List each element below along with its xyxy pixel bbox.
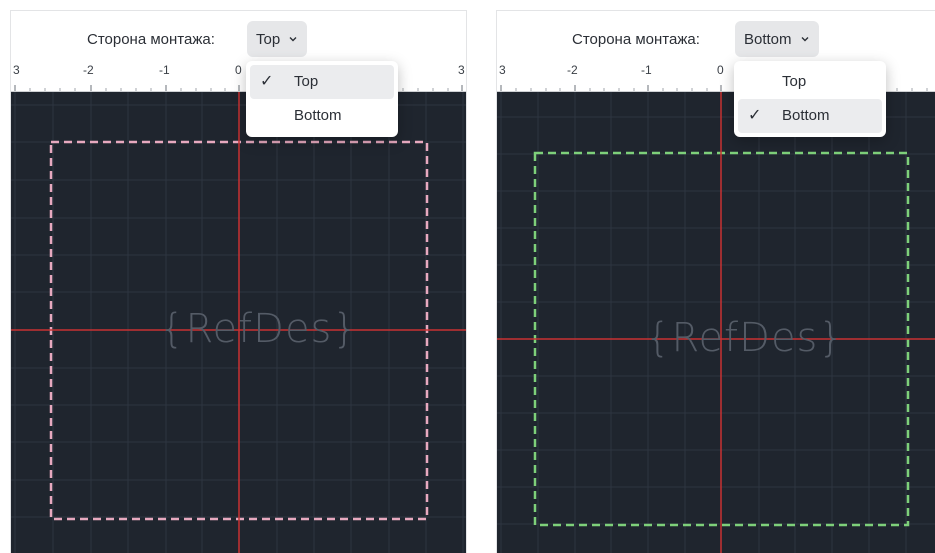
ruler-label: -2: [83, 63, 94, 77]
footprint-canvas[interactable]: {RefDes}: [497, 92, 935, 553]
toolbar: Сторона монтажа: Bottom: [497, 11, 935, 61]
menu-option-bottom[interactable]: Bottom: [250, 99, 394, 133]
footprint-preview-bottom: Сторона монтажа: Bottom 3 -2 -1 0 {RefDe…: [496, 10, 935, 553]
ruler-label: 3: [499, 63, 506, 77]
footprint-preview-top: Сторона монтажа: Top 3 -2 -1 0 3 {RefDes…: [10, 10, 467, 553]
refdes-text: {RefDes}: [645, 315, 845, 361]
menu-option-label: Top: [294, 73, 319, 90]
menu-option-bottom[interactable]: ✓ Bottom: [738, 99, 882, 133]
mount-side-menu: ✓ Top Bottom: [246, 61, 398, 137]
chevron-down-icon: [289, 37, 297, 42]
footprint-canvas[interactable]: {RefDes}: [11, 92, 466, 553]
chevron-down-icon: [801, 37, 809, 42]
mount-side-value: Top: [256, 30, 281, 48]
mount-side-menu: Top ✓ Bottom: [734, 61, 886, 137]
mount-side-select[interactable]: Top: [247, 21, 308, 57]
ruler-label: 0: [717, 63, 724, 77]
menu-option-label: Bottom: [294, 107, 342, 124]
mount-side-select[interactable]: Bottom: [735, 21, 819, 57]
ruler-label: -1: [641, 63, 652, 77]
menu-option-top[interactable]: ✓ Top: [250, 65, 394, 99]
mount-side-label: Сторона монтажа:: [572, 31, 700, 48]
ruler-label: -1: [159, 63, 170, 77]
menu-option-label: Bottom: [782, 107, 830, 124]
mount-side-label: Сторона монтажа:: [87, 31, 215, 48]
refdes-text: {RefDes}: [159, 306, 359, 352]
mount-side-value: Bottom: [744, 30, 792, 48]
menu-option-top[interactable]: Top: [738, 65, 882, 99]
ruler-label: 0: [235, 63, 242, 77]
ruler-label: 3: [458, 63, 465, 77]
menu-option-label: Top: [782, 73, 807, 90]
toolbar: Сторона монтажа: Top: [11, 11, 466, 61]
ruler-label: 3: [13, 63, 20, 77]
ruler-label: -2: [567, 63, 578, 77]
checkmark-icon: ✓: [748, 107, 762, 124]
checkmark-icon: ✓: [260, 73, 274, 90]
